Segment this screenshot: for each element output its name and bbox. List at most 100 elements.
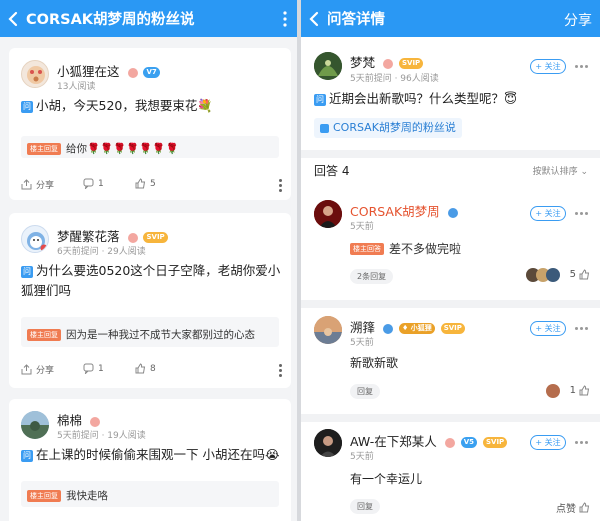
comment-button[interactable]: 1 [83, 178, 104, 189]
verified-icon [447, 207, 458, 218]
follow-button[interactable]: + 关注 [530, 206, 566, 221]
question-text[interactable]: 问小胡，今天520，我想要束花💐 [21, 96, 283, 116]
host-reply-tag: 楼主回复 [27, 328, 61, 341]
back-icon[interactable] [301, 11, 327, 27]
answers-count: 回答 4 [314, 164, 350, 178]
more-options-icon[interactable] [575, 65, 588, 68]
left-pane: CORSAK胡梦周的粉丝说 小狐狸在这 V7 13人阅读 问小胡，今天520，我… [0, 0, 297, 521]
username[interactable]: AW-在下郑某人 [350, 434, 437, 449]
verified-icon [383, 323, 393, 334]
answer-text: 有一个幸运儿 [350, 472, 423, 486]
avatar[interactable] [21, 411, 49, 439]
verified-icon [444, 437, 455, 448]
like-button[interactable]: 5 [570, 269, 590, 280]
post-card[interactable]: 棉棉 5天前提问 · 19人阅读 问在上课的时候偷偷来围观一下 小胡还在吗😭 楼… [9, 399, 291, 521]
avatar[interactable] [314, 52, 342, 80]
username[interactable]: 棉棉 [57, 413, 82, 428]
question-icon: 问 [21, 100, 33, 113]
reply-text: 我快走咯 [66, 490, 108, 502]
share-icon [21, 179, 32, 190]
verified-icon [90, 416, 100, 427]
more-options-icon[interactable] [279, 364, 283, 379]
comment-icon [83, 363, 94, 374]
comment-button[interactable]: 1 [83, 363, 104, 374]
replies-button[interactable]: 2条回复 [350, 269, 394, 284]
reply-text: 因为是一种我过不成节大家都别过的心态 [66, 329, 255, 341]
share-button[interactable]: 分享 [21, 363, 54, 376]
post-card[interactable]: 小狐狸在这 V7 13人阅读 问小胡，今天520，我想要束花💐 楼主回复 给你🌹🌹… [9, 48, 291, 200]
left-topbar: CORSAK胡梦周的粉丝说 [0, 0, 297, 37]
username[interactable]: 溯箨 [350, 320, 375, 335]
username[interactable]: 梦醒繁花落 [57, 229, 120, 244]
like-button[interactable]: 点赞 [556, 500, 590, 515]
chevron-down-icon: ⌄ [580, 167, 588, 177]
question-icon: 问 [314, 93, 326, 106]
host-reply[interactable]: 楼主回复 我快走咯 [21, 481, 279, 507]
right-topbar: 问答详情 分享 [301, 0, 600, 37]
username[interactable]: 小狐狸在这 [57, 64, 120, 79]
avatar[interactable] [21, 60, 49, 88]
username[interactable]: 梦梵 [350, 55, 375, 70]
avatar[interactable] [21, 225, 49, 253]
svip-badge: SVIP [440, 323, 465, 334]
post-card[interactable]: 梦醒繁花落 SVIP 6天前提问 · 29人阅读 问为什么要选0520这个日子空… [9, 213, 291, 388]
back-icon[interactable] [0, 11, 26, 27]
reply-button[interactable]: 回复 [350, 384, 380, 399]
follow-button[interactable]: + 关注 [530, 321, 566, 336]
avatar[interactable] [314, 316, 342, 344]
question-icon: 问 [21, 265, 33, 278]
share-button[interactable]: 分享 [564, 10, 592, 30]
question-text[interactable]: 问为什么要选0520这个日子空降，老胡你爱小狐狸们吗 [21, 261, 285, 301]
answer-text: 新歌新歌 [350, 356, 399, 370]
fan-club-badge: ♦ 小狐狸 [398, 323, 435, 334]
like-button[interactable]: 1 [570, 385, 590, 396]
svip-badge: SVIP [482, 437, 508, 448]
reply-button[interactable]: 回复 [350, 499, 380, 514]
host-reply[interactable]: 楼主回复 给你🌹🌹🌹🌹🌹🌹🌹 [21, 136, 279, 158]
answer-time: 5天前 [350, 452, 374, 462]
svip-badge: SVIP [398, 58, 424, 69]
more-icon[interactable] [283, 11, 287, 30]
thumbs-up-icon [579, 269, 590, 280]
section-separator [301, 150, 600, 158]
more-options-icon[interactable] [279, 179, 283, 194]
username[interactable]: CORSAK胡梦周 [350, 204, 440, 219]
answer-text: 差不多做完啦 [389, 242, 462, 256]
host-reply[interactable]: 楼主回复 因为是一种我过不成节大家都别过的心态 [21, 317, 279, 347]
section-separator [301, 300, 600, 308]
comment-icon [83, 178, 94, 189]
page-title: 问答详情 [327, 12, 385, 28]
page-title: CORSAK胡梦周的粉丝说 [26, 12, 195, 28]
more-options-icon[interactable] [575, 212, 588, 215]
post-actions: 分享 1 8 [21, 363, 283, 379]
question-text[interactable]: 问在上课的时候偷偷来围观一下 小胡还在吗😭 [21, 445, 285, 465]
question-icon: 问 [21, 449, 33, 462]
avatar[interactable] [314, 200, 342, 228]
thumbs-up-icon [135, 178, 146, 189]
question-text: 问近期会出新歌吗？什么类型呢？😇 [314, 91, 518, 106]
topic-tag[interactable]: CORSAK胡梦周的粉丝说 [314, 118, 462, 138]
question-meta: 5天前提问 · 96人阅读 [350, 74, 439, 84]
svip-badge: SVIP [143, 232, 168, 243]
like-button[interactable]: 5 [135, 178, 156, 189]
host-reply-tag: 楼主回复 [27, 142, 61, 155]
reply-avatars [526, 268, 560, 282]
like-button[interactable]: 8 [135, 363, 156, 374]
follow-button[interactable]: + 关注 [530, 59, 566, 74]
avatar[interactable] [314, 429, 342, 457]
share-icon [21, 364, 32, 375]
follow-button[interactable]: + 关注 [530, 435, 566, 450]
share-button[interactable]: 分享 [21, 178, 54, 191]
post-meta: 13人阅读 [57, 82, 96, 92]
thumbs-up-icon [579, 502, 590, 513]
more-options-icon[interactable] [575, 441, 588, 444]
verified-icon [127, 232, 138, 243]
host-answer-tag: 楼主回答 [350, 242, 384, 255]
right-pane: 问答详情 分享 梦梵 SVIP 5天前提问 · 96人阅读 + 关注 问近期会出… [301, 0, 600, 521]
answer-time: 5天前 [350, 338, 374, 348]
more-options-icon[interactable] [575, 327, 588, 330]
thumbs-up-icon [135, 363, 146, 374]
post-actions: 分享 1 5 [21, 178, 283, 194]
sort-dropdown[interactable]: 按默认排序 ⌄ [533, 164, 588, 177]
answer-body: 楼主回答 差不多做完啦 [350, 240, 461, 257]
